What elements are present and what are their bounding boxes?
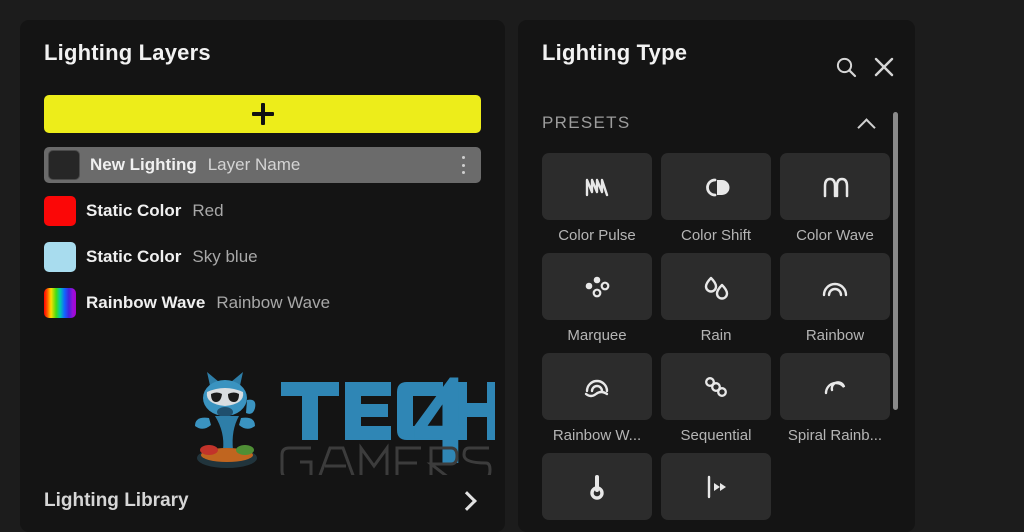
page-title: Lighting Layers <box>44 40 211 65</box>
preset-tile <box>780 253 890 320</box>
lighting-layers-panel: Lighting Layers New Lighting Layer Name … <box>20 20 505 532</box>
preset-tile <box>661 353 771 420</box>
color-wave-icon <box>823 177 849 197</box>
preset-label: Marquee <box>567 327 627 344</box>
layer-name-label: Red <box>192 201 224 220</box>
tech4gamers-watermark-logo <box>195 372 495 475</box>
layer-name-label: Rainbow Wave <box>216 293 331 312</box>
preset-tile <box>661 253 771 320</box>
preset-label: Color Pulse <box>558 227 636 244</box>
layer-color-swatch <box>44 242 76 272</box>
layer-color-swatch <box>48 150 80 180</box>
presets-grid: Color Pulse Color Shift Color Wave Marqu… <box>542 153 890 527</box>
lighting-library-label: Lighting Library <box>44 490 189 511</box>
preset-sequential[interactable]: Sequential <box>661 353 771 444</box>
preset-label: Rainbow <box>805 327 865 344</box>
sequential-icon <box>705 376 727 397</box>
layer-type-label: New Lighting <box>90 155 197 174</box>
preset-label: Sequential <box>680 427 752 444</box>
preset-marquee[interactable]: Marquee <box>542 253 652 344</box>
preset-label: Spiral Rainb... <box>787 427 883 444</box>
preset-color-shift[interactable]: Color Shift <box>661 153 771 244</box>
preset-tile <box>780 353 890 420</box>
spiral-rainbow-icon <box>824 380 846 394</box>
list-item[interactable]: Static Color Sky blue <box>44 239 481 275</box>
presets-scrollbar[interactable] <box>893 112 898 410</box>
layer-list: New Lighting Layer Name Static Color Red… <box>44 147 481 331</box>
layer-color-swatch <box>44 196 76 226</box>
layer-type-label: Static Color <box>86 247 182 266</box>
layer-type-label: Rainbow Wave <box>86 293 206 312</box>
preset-tile <box>542 153 652 220</box>
presets-section-header[interactable]: PRESETS <box>542 110 879 137</box>
color-pulse-icon <box>585 178 609 196</box>
lighting-library-button[interactable]: Lighting Library <box>44 484 481 518</box>
kebab-menu-icon[interactable] <box>461 156 465 174</box>
layer-type-label: Static Color <box>86 201 182 220</box>
plus-icon <box>250 101 276 127</box>
search-icon[interactable] <box>835 56 857 83</box>
preset-label: Rainbow W... <box>552 427 642 444</box>
preset-tile <box>661 453 771 520</box>
color-shift-icon <box>706 178 730 196</box>
lighting-type-panel: Lighting Type PRESETS Color Pulse Color … <box>518 20 915 532</box>
preset-tile <box>661 153 771 220</box>
rainbow-wave-icon <box>584 379 609 397</box>
preset-rainbow[interactable]: Rainbow <box>780 253 890 344</box>
preset-tile <box>780 153 890 220</box>
preset-temperature[interactable] <box>542 453 652 527</box>
chevron-up-icon[interactable] <box>857 118 876 137</box>
preset-starlight[interactable] <box>661 453 771 527</box>
add-layer-button[interactable] <box>44 95 481 133</box>
preset-tile <box>542 353 652 420</box>
marquee-icon <box>585 276 610 297</box>
chevron-right-icon <box>457 491 477 511</box>
panel-title: Lighting Type <box>542 40 688 65</box>
preset-spiral-rainbow[interactable]: Spiral Rainb... <box>780 353 890 444</box>
presets-section-label: PRESETS <box>542 113 631 132</box>
list-item[interactable]: Rainbow Wave Rainbow Wave <box>44 285 481 321</box>
preset-rain[interactable]: Rain <box>661 253 771 344</box>
list-item[interactable]: Static Color Red <box>44 193 481 229</box>
preset-rainbow-wave[interactable]: Rainbow W... <box>542 353 652 444</box>
rain-icon <box>704 276 729 300</box>
layer-color-swatch <box>44 288 76 318</box>
rainbow-icon <box>822 282 848 296</box>
close-icon[interactable] <box>873 56 895 83</box>
layer-name-label: Sky blue <box>192 247 258 266</box>
preset-label: Rain <box>700 327 732 344</box>
list-item[interactable]: New Lighting Layer Name <box>44 147 481 183</box>
preset-label: Color Shift <box>680 227 752 244</box>
preset-tile <box>542 453 652 520</box>
preset-color-wave[interactable]: Color Wave <box>780 153 890 244</box>
preset-color-pulse[interactable]: Color Pulse <box>542 153 652 244</box>
temperature-icon <box>590 474 604 500</box>
layer-name-label: Layer Name <box>207 155 301 174</box>
starlight-icon <box>707 475 726 498</box>
preset-tile <box>542 253 652 320</box>
preset-label: Color Wave <box>796 227 874 244</box>
